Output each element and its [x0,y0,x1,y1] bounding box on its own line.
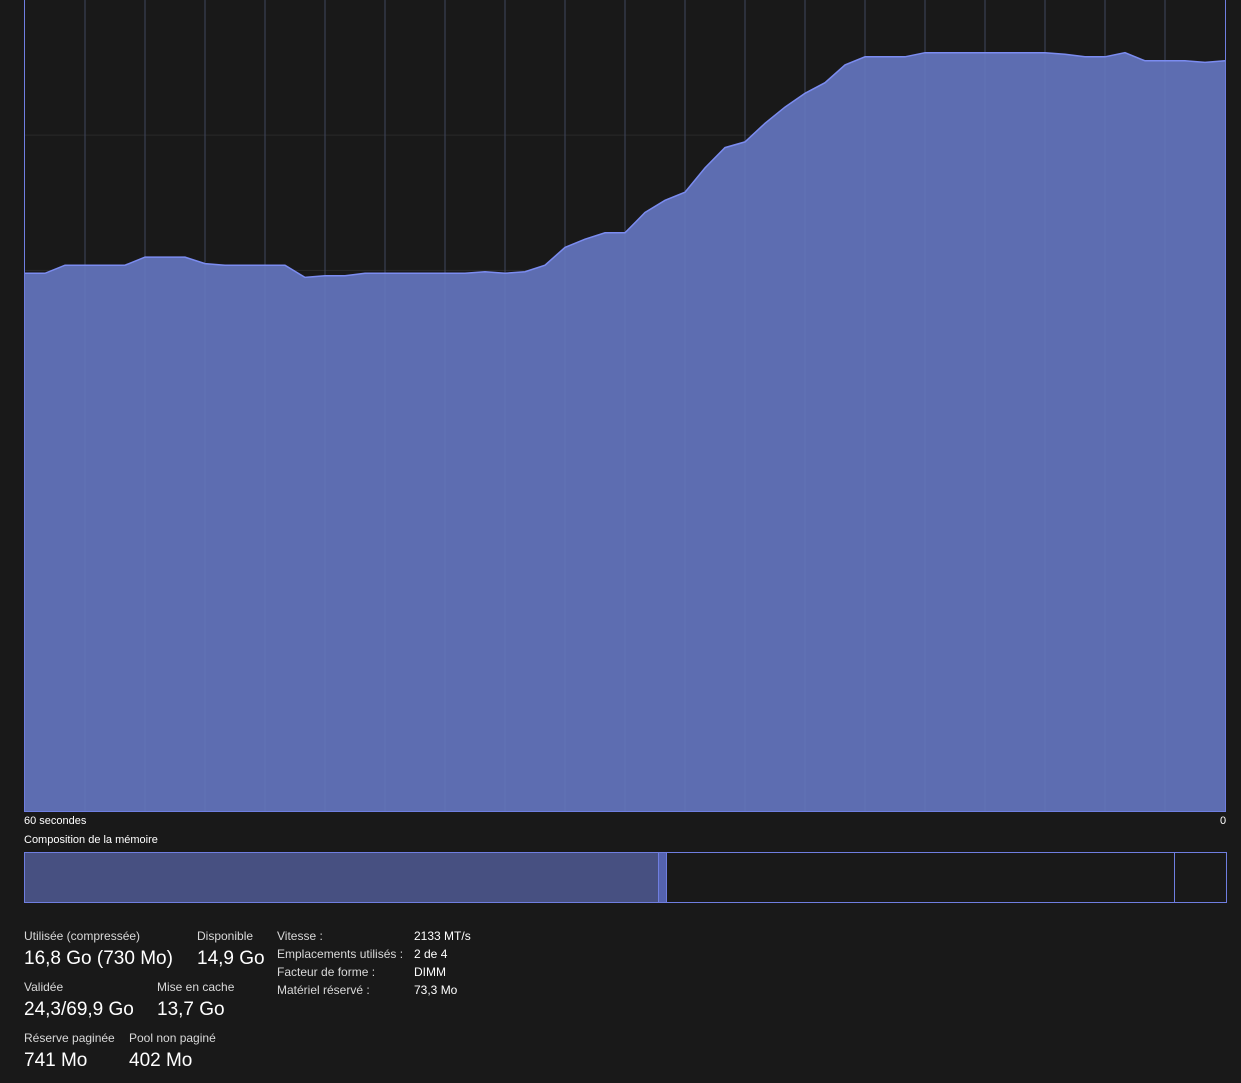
form-factor-label: Facteur de forme : [277,965,376,979]
form-factor-value: DIMM [414,965,446,979]
composition-modified-segment[interactable] [658,853,667,902]
slots-label: Emplacements utilisés : [277,947,404,961]
paged-pool-value: 741 Mo [24,1050,88,1071]
graph-time-end-label: 0 [1220,815,1227,827]
paged-pool-label: Réserve paginée [24,1031,115,1045]
composition-used-segment[interactable] [25,853,658,902]
cached-label: Mise en cache [157,980,235,994]
available-value: 14,9 Go [197,948,265,969]
cached-value: 13,7 Go [157,999,225,1020]
used-value: 16,8 Go (730 Mo) [24,948,173,969]
speed-label: Vitesse : [277,929,323,943]
speed-value: 2133 MT/s [414,929,471,943]
graph-time-start-label: 60 secondes [24,815,87,827]
nonpaged-pool-label: Pool non paginé [129,1031,216,1045]
slots-value: 2 de 4 [414,947,448,961]
hardware-reserved-value: 73,3 Mo [414,983,458,997]
hardware-reserved-label: Matériel réservé : [277,983,370,997]
committed-label: Validée [24,980,64,994]
memory-usage-chart [25,0,1225,811]
memory-usage-graph [24,0,1226,812]
composition-title: Composition de la mémoire [24,834,158,846]
composition-standby-segment[interactable] [667,853,1175,902]
used-label: Utilisée (compressée) [24,929,141,943]
committed-value: 24,3/69,9 Go [24,999,134,1020]
memory-composition-bar[interactable] [24,852,1227,903]
nonpaged-pool-value: 402 Mo [129,1050,193,1071]
memory-performance-panel: 60 secondes 0 Composition de la mémoire … [0,0,1241,1083]
available-label: Disponible [197,929,254,943]
